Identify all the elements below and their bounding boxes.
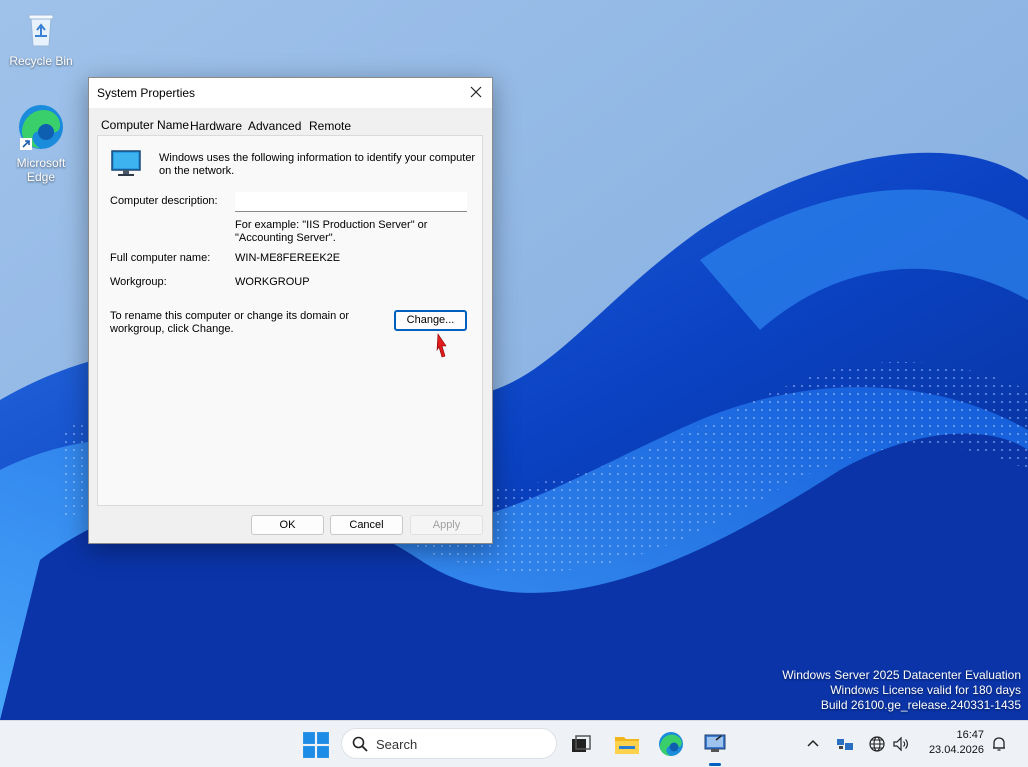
tab-strip: Computer Name Hardware Advanced Remote bbox=[89, 110, 492, 136]
computer-description-label: Computer description: bbox=[110, 195, 218, 207]
desktop-icon-label: Recycle Bin bbox=[9, 54, 73, 68]
recycle-bin-icon bbox=[28, 14, 54, 47]
close-icon bbox=[470, 86, 482, 98]
tab-remote[interactable]: Remote bbox=[309, 119, 351, 133]
tab-hardware[interactable]: Hardware bbox=[190, 119, 242, 133]
clock-date: 23.04.2026 bbox=[928, 744, 984, 756]
workgroup-value: WORKGROUP bbox=[235, 276, 310, 288]
edge-icon bbox=[19, 105, 63, 150]
clock-time: 16:47 bbox=[956, 729, 984, 741]
close-button[interactable] bbox=[460, 78, 492, 106]
intro-text: Windows uses the following information t… bbox=[159, 152, 476, 177]
search-label: Search bbox=[376, 737, 418, 752]
start-icon[interactable] bbox=[302, 731, 330, 759]
chevron-up-icon[interactable] bbox=[804, 735, 822, 753]
mouse-cursor-icon bbox=[436, 333, 447, 358]
computer-description-input[interactable] bbox=[235, 192, 467, 212]
full-computer-name-label: Full computer name: bbox=[110, 252, 211, 264]
evaluation-watermark: Windows Server 2025 Datacenter Evaluatio… bbox=[782, 668, 1021, 713]
network-device-icon[interactable] bbox=[836, 735, 854, 753]
tab-panel-computer-name: Windows uses the following information t… bbox=[97, 135, 483, 506]
notification-icon[interactable] bbox=[990, 735, 1008, 753]
watermark-license: Windows License valid for 180 days bbox=[830, 683, 1021, 697]
desktop-icon-edge[interactable]: Microsoft Edge bbox=[3, 102, 79, 184]
cancel-button[interactable]: Cancel bbox=[330, 515, 403, 535]
active-app-indicator bbox=[709, 763, 721, 766]
system-properties-dialog: System Properties Computer Name Hardware… bbox=[88, 77, 493, 544]
ok-button[interactable]: OK bbox=[251, 515, 324, 535]
taskbar-clock[interactable]: 16:47 23.04.2026 bbox=[929, 728, 984, 758]
task-view-icon[interactable] bbox=[568, 730, 596, 758]
taskbar-search-box[interactable]: Search bbox=[341, 728, 557, 759]
globe-icon[interactable] bbox=[868, 735, 886, 753]
workgroup-label: Workgroup: bbox=[110, 276, 167, 288]
dialog-title: System Properties bbox=[97, 86, 196, 100]
search-icon bbox=[352, 736, 368, 752]
system-properties-icon[interactable] bbox=[701, 730, 729, 758]
taskbar: Search 16:47 23.04.2026 bbox=[0, 720, 1028, 767]
watermark-edition: Windows Server 2025 Datacenter Evaluatio… bbox=[782, 668, 1021, 682]
rename-instructions: To rename this computer or change its do… bbox=[110, 310, 350, 335]
tab-advanced[interactable]: Advanced bbox=[248, 119, 301, 133]
tab-computer-name[interactable]: Computer Name bbox=[101, 118, 189, 132]
speaker-icon[interactable] bbox=[892, 735, 910, 753]
desktop-icon-recycle-bin[interactable]: Recycle Bin bbox=[3, 10, 79, 68]
apply-button[interactable]: Apply bbox=[410, 515, 483, 535]
file-explorer-icon[interactable] bbox=[613, 730, 641, 758]
description-example-text: For example: "IIS Production Server" or … bbox=[235, 219, 428, 244]
computer-monitor-icon bbox=[111, 150, 141, 176]
dialog-titlebar[interactable]: System Properties bbox=[89, 78, 492, 108]
edge-icon[interactable] bbox=[657, 730, 685, 758]
desktop-icon-label: Microsoft Edge bbox=[16, 156, 66, 184]
full-computer-name-value: WIN-ME8FEREEK2E bbox=[235, 252, 341, 264]
watermark-build: Build 26100.ge_release.240331-1435 bbox=[820, 698, 1021, 712]
change-button[interactable]: Change... bbox=[394, 310, 467, 331]
